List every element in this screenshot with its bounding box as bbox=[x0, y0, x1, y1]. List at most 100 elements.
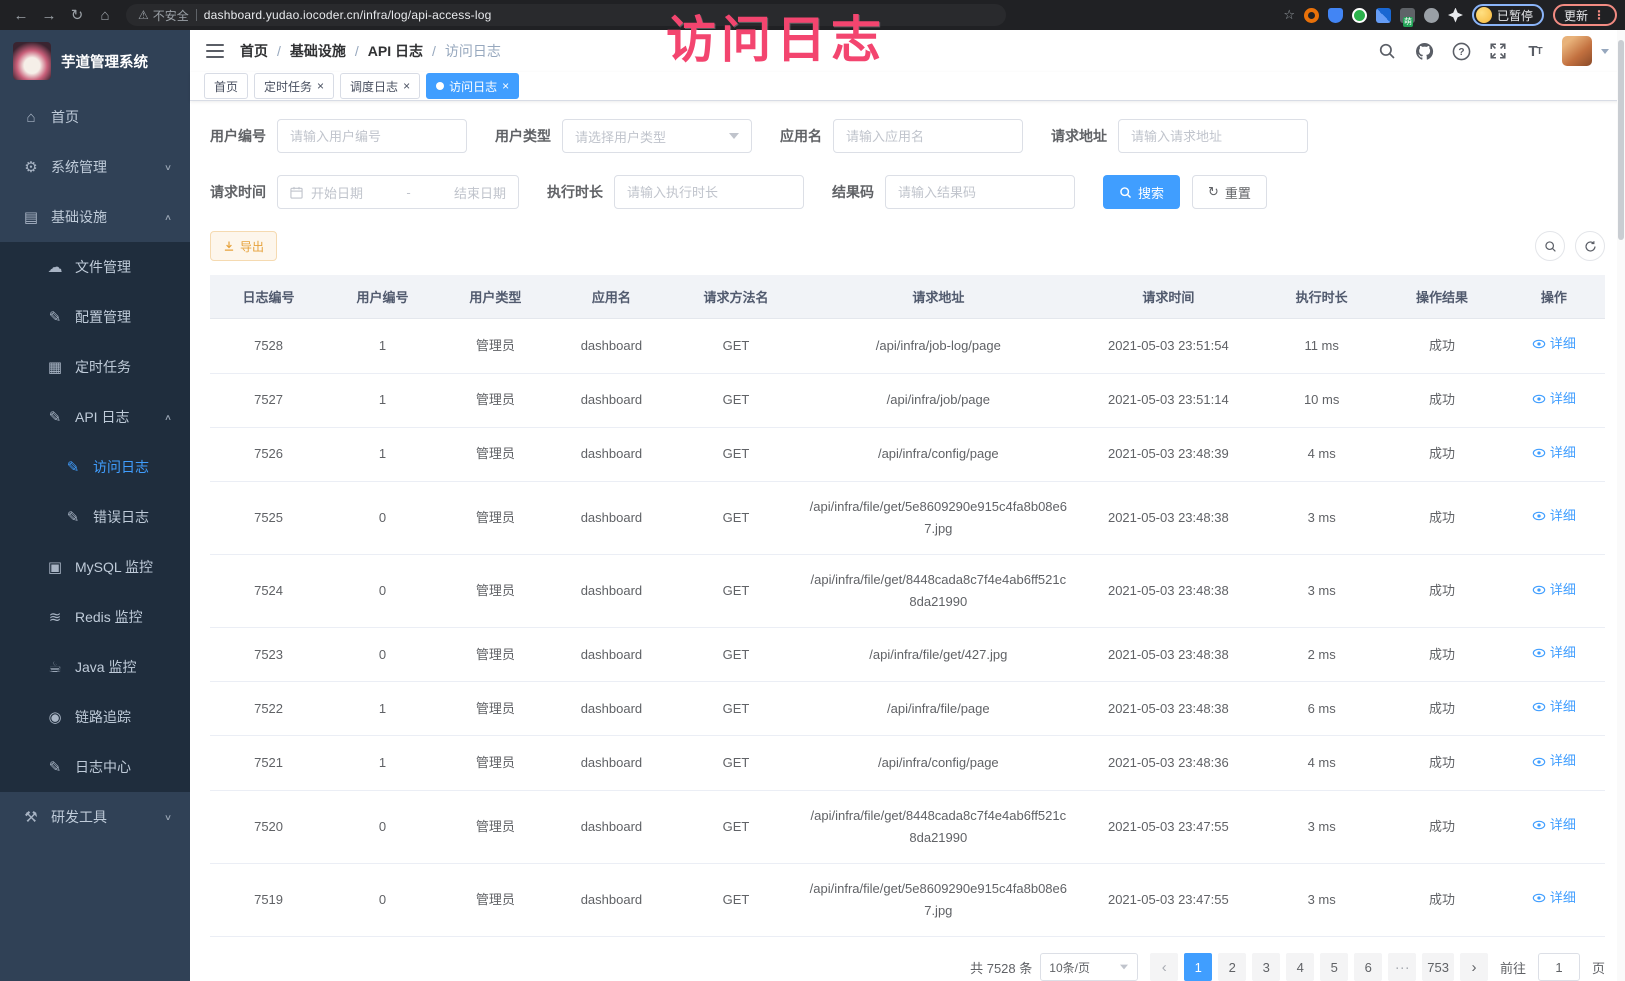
sidebar-item-job[interactable]: ▦定时任务 bbox=[0, 342, 190, 392]
browser-home-icon[interactable]: ⌂ bbox=[92, 7, 118, 24]
column-header: 操作结果 bbox=[1381, 275, 1502, 319]
detail-link[interactable]: 详细 bbox=[1532, 814, 1576, 836]
caret-down-icon[interactable] bbox=[1601, 49, 1609, 54]
tab-label: 首页 bbox=[214, 78, 238, 95]
tab-首页[interactable]: 首页 bbox=[204, 73, 248, 99]
page-button-3[interactable]: 3 bbox=[1252, 953, 1280, 981]
search-button[interactable]: 搜索 bbox=[1103, 175, 1180, 209]
close-icon[interactable]: × bbox=[502, 80, 509, 92]
sidebar-item-label: 访问日志 bbox=[93, 457, 149, 477]
extension-icon-pinwheel[interactable] bbox=[1448, 8, 1463, 23]
hamburger-icon[interactable] bbox=[206, 44, 224, 58]
browser-forward-icon[interactable]: → bbox=[36, 7, 62, 24]
browser-reload-icon[interactable]: ↻ bbox=[64, 6, 90, 24]
sidebar-item-mysql[interactable]: ▣MySQL 监控 bbox=[0, 542, 190, 592]
detail-link[interactable]: 详细 bbox=[1532, 579, 1576, 601]
user-id-input[interactable] bbox=[277, 119, 467, 153]
sidebar-item-dev-tool[interactable]: ⚒研发工具∨ bbox=[0, 792, 190, 842]
request-url-input[interactable] bbox=[1118, 119, 1308, 153]
tab-调度日志[interactable]: 调度日志 × bbox=[340, 73, 420, 99]
user-avatar[interactable] bbox=[1562, 36, 1592, 66]
sidebar-item-java[interactable]: ☕Java 监控 bbox=[0, 642, 190, 692]
sidebar-item-home[interactable]: ⌂首页 bbox=[0, 92, 190, 142]
cell: 管理员 bbox=[438, 319, 553, 373]
breadcrumb-item[interactable]: API 日志 bbox=[368, 41, 423, 61]
tab-定时任务[interactable]: 定时任务× bbox=[254, 73, 334, 99]
browser-menu-icon[interactable]: ⋮ bbox=[1593, 8, 1606, 22]
toggle-search-icon[interactable] bbox=[1535, 231, 1565, 261]
fullscreen-icon[interactable] bbox=[1488, 41, 1508, 61]
sidebar-item-file[interactable]: ☁文件管理 bbox=[0, 242, 190, 292]
page-button-6[interactable]: 6 bbox=[1354, 953, 1382, 981]
column-header: 用户编号 bbox=[327, 275, 438, 319]
extension-icon-shield[interactable] bbox=[1328, 8, 1343, 23]
sidebar-item-trace[interactable]: ◉链路追踪 bbox=[0, 692, 190, 742]
next-page-button[interactable]: › bbox=[1460, 953, 1488, 981]
cell: 成功 bbox=[1381, 427, 1502, 481]
page-button-5[interactable]: 5 bbox=[1320, 953, 1348, 981]
browser-update-button[interactable]: 更新⋮ bbox=[1553, 4, 1617, 26]
profile-paused-badge[interactable]: 已暂停 bbox=[1472, 4, 1544, 26]
browser-back-icon[interactable]: ← bbox=[8, 7, 34, 24]
detail-link[interactable]: 详细 bbox=[1532, 442, 1576, 464]
refresh-table-icon[interactable] bbox=[1575, 231, 1605, 261]
extension-icon-ring[interactable] bbox=[1304, 8, 1319, 23]
sidebar-item-access-log[interactable]: ✎ 访问日志 bbox=[0, 442, 190, 492]
font-size-icon[interactable]: TT bbox=[1525, 41, 1545, 61]
tab-访问日志[interactable]: 访问日志× bbox=[426, 73, 519, 99]
sidebar-item-config[interactable]: ✎配置管理 bbox=[0, 292, 190, 342]
page-button-2[interactable]: 2 bbox=[1218, 953, 1246, 981]
date-range-picker[interactable]: 开始日期 - 结束日期 bbox=[277, 175, 519, 209]
tab-label: 调度日志 bbox=[350, 78, 398, 95]
scrollbar-thumb[interactable] bbox=[1618, 40, 1624, 240]
extension-icon-grid[interactable] bbox=[1376, 8, 1391, 23]
security-warning-icon[interactable]: ⚠ 不安全 bbox=[138, 7, 189, 24]
cell: dashboard bbox=[553, 319, 670, 373]
detail-label: 详细 bbox=[1550, 887, 1576, 909]
extension-icon-green[interactable] bbox=[1352, 8, 1367, 23]
detail-link[interactable]: 详细 bbox=[1532, 388, 1576, 410]
user-type-select[interactable]: 请选择用户类型 bbox=[562, 119, 752, 153]
cell: 2021-05-03 23:51:14 bbox=[1075, 373, 1262, 427]
app-logo[interactable]: 芋道管理系统 bbox=[0, 30, 190, 92]
cell: 7521 bbox=[210, 736, 327, 790]
result-code-input[interactable] bbox=[885, 175, 1075, 209]
reset-button[interactable]: ↻ 重置 bbox=[1192, 175, 1267, 209]
close-icon[interactable]: × bbox=[317, 80, 324, 92]
address-bar[interactable]: ⚠ 不安全 dashboard.yudao.iocoder.cn/infra/l… bbox=[126, 4, 1006, 26]
duration-input[interactable] bbox=[614, 175, 804, 209]
sidebar-item-api-log[interactable]: ✎API 日志∧ bbox=[0, 392, 190, 442]
detail-link[interactable]: 详细 bbox=[1532, 750, 1576, 772]
detail-link[interactable]: 详细 bbox=[1532, 333, 1576, 355]
close-icon[interactable]: × bbox=[403, 80, 410, 92]
sidebar-item-infra[interactable]: ▤基础设施∧ bbox=[0, 192, 190, 242]
breadcrumb-item[interactable]: 首页 bbox=[240, 41, 268, 61]
extension-icon-gray[interactable] bbox=[1424, 8, 1439, 23]
detail-link[interactable]: 详细 bbox=[1532, 696, 1576, 718]
pager: ‹ 123456···753 › bbox=[1150, 953, 1488, 981]
prev-page-button[interactable]: ‹ bbox=[1150, 953, 1178, 981]
log-icon: ✎ bbox=[62, 458, 84, 476]
detail-link[interactable]: 详细 bbox=[1532, 887, 1576, 909]
detail-link[interactable]: 详细 bbox=[1532, 505, 1576, 527]
page-button-753[interactable]: 753 bbox=[1422, 953, 1454, 981]
sidebar-item-system[interactable]: ⚙系统管理∨ bbox=[0, 142, 190, 192]
bookmark-star-icon[interactable]: ☆ bbox=[1283, 7, 1295, 23]
page-size-select[interactable]: 10条/页 bbox=[1040, 953, 1138, 981]
detail-link[interactable]: 详细 bbox=[1532, 642, 1576, 664]
page-button-4[interactable]: 4 bbox=[1286, 953, 1314, 981]
github-icon[interactable] bbox=[1414, 41, 1434, 61]
search-icon[interactable] bbox=[1377, 41, 1397, 61]
export-button[interactable]: 导出 bbox=[210, 231, 277, 261]
breadcrumb-item[interactable]: 基础设施 bbox=[290, 41, 346, 61]
sidebar-item-log-center[interactable]: ✎日志中心 bbox=[0, 742, 190, 792]
more-pages-button[interactable]: ··· bbox=[1388, 953, 1416, 981]
help-icon[interactable]: ? bbox=[1451, 41, 1471, 61]
scrollbar[interactable] bbox=[1617, 30, 1625, 981]
sidebar-item-redis[interactable]: ≋Redis 监控 bbox=[0, 592, 190, 642]
extension-icon-dark[interactable]: 萌 bbox=[1400, 8, 1415, 23]
jump-page-input[interactable] bbox=[1538, 953, 1580, 981]
sidebar-item-error-log[interactable]: ✎错误日志 bbox=[0, 492, 190, 542]
app-name-input[interactable] bbox=[833, 119, 1023, 153]
page-button-1[interactable]: 1 bbox=[1184, 953, 1212, 981]
